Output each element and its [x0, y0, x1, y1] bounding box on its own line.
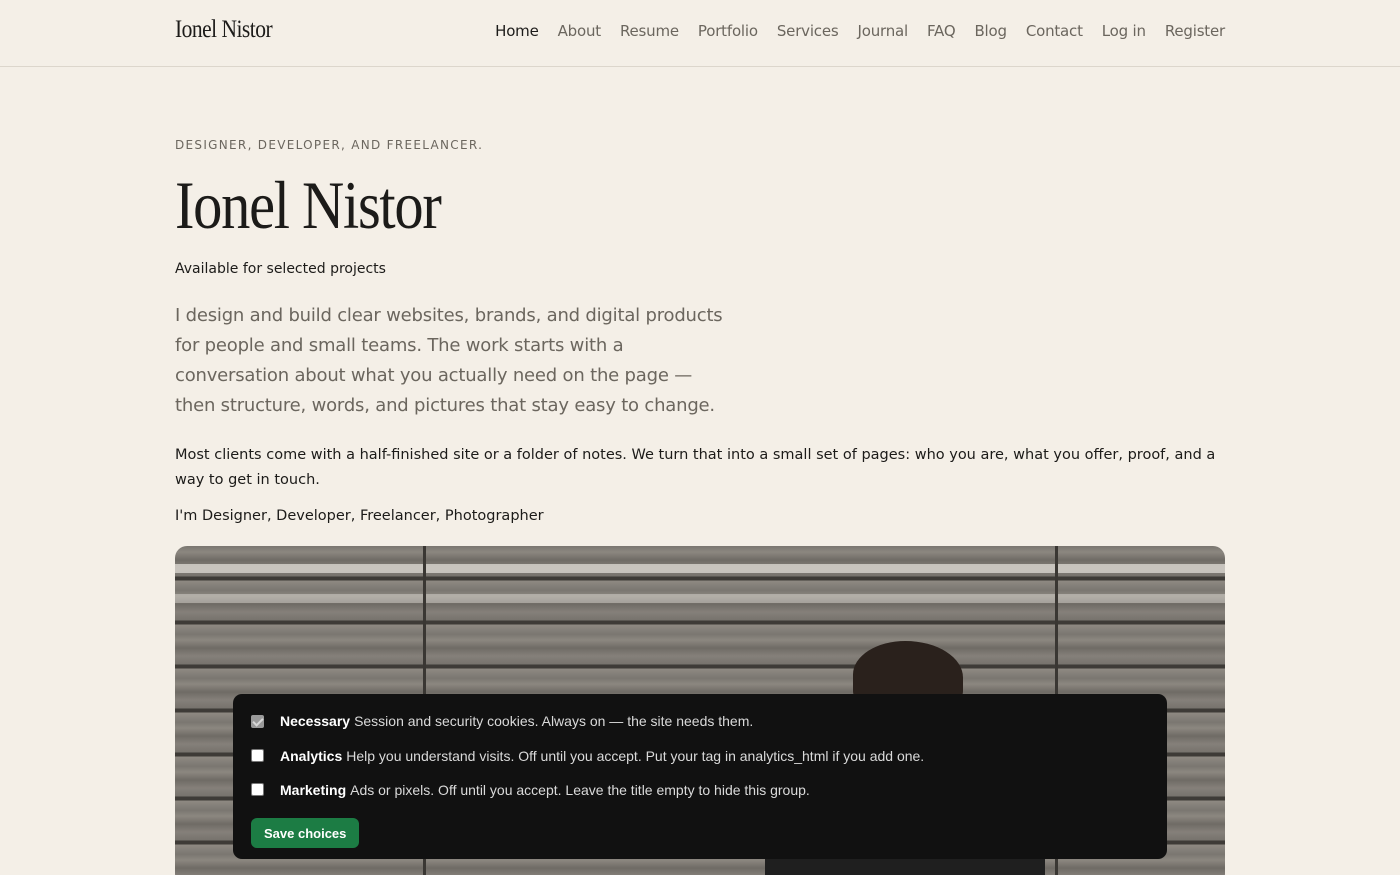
brand-logo[interactable]: Ionel Nistor — [175, 16, 273, 44]
marketing-checkbox[interactable] — [251, 783, 264, 796]
nav-blog[interactable]: Blog — [974, 22, 1007, 40]
necessary-checkbox — [251, 714, 264, 728]
nav-services[interactable]: Services — [777, 22, 839, 40]
nav-register[interactable]: Register — [1165, 22, 1225, 40]
nav-journal[interactable]: Journal — [858, 22, 909, 40]
consent-group-description: Ads or pixels. Off until you accept. Lea… — [350, 781, 810, 798]
availability-text: Available for selected projects — [175, 261, 386, 277]
nav-login[interactable]: Log in — [1102, 22, 1146, 40]
fence-light-gap — [175, 564, 1225, 573]
roles-text: I'm Designer, Developer, Freelancer, Pho… — [175, 508, 544, 524]
site-header: Ionel Nistor Home About Resume Portfolio… — [0, 0, 1400, 67]
hero-eyebrow: DESIGNER, DEVELOPER, AND FREELANCER. — [175, 138, 484, 152]
cookie-consent-panel: Necessary Session and security cookies. … — [233, 694, 1167, 859]
hero-body: Most clients come with a half-finished s… — [175, 447, 1216, 488]
nav-about[interactable]: About — [558, 22, 602, 40]
nav-home[interactable]: Home — [495, 22, 539, 40]
consent-group-title: Marketing — [280, 781, 347, 798]
consent-group-description: Help you understand visits. Off until yo… — [346, 747, 925, 764]
nav-contact[interactable]: Contact — [1026, 22, 1083, 40]
main-nav: Home About Resume Portfolio Services Jou… — [495, 22, 1225, 40]
hero-lead: I design and build clear websites, brand… — [175, 305, 723, 416]
consent-group-analytics: Analytics Help you understand visits. Of… — [251, 746, 1149, 766]
nav-faq[interactable]: FAQ — [927, 22, 956, 40]
consent-group-marketing: Marketing Ads or pixels. Off until you a… — [251, 780, 1149, 800]
nav-portfolio[interactable]: Portfolio — [698, 22, 758, 40]
nav-resume[interactable]: Resume — [620, 22, 679, 40]
consent-group-title: Analytics — [280, 747, 343, 764]
consent-group-necessary: Necessary Session and security cookies. … — [251, 711, 1149, 731]
save-choices-button[interactable]: Save choices — [251, 818, 360, 848]
consent-group-title: Necessary — [280, 713, 351, 729]
hero-title: Ionel Nistor — [175, 167, 442, 243]
hero-section: DESIGNER, DEVELOPER, AND FREELANCER. Ion… — [175, 138, 1225, 524]
consent-group-description: Session and security cookies. Always on … — [354, 713, 754, 729]
fence-light-gap — [175, 594, 1225, 603]
analytics-checkbox[interactable] — [251, 749, 264, 762]
